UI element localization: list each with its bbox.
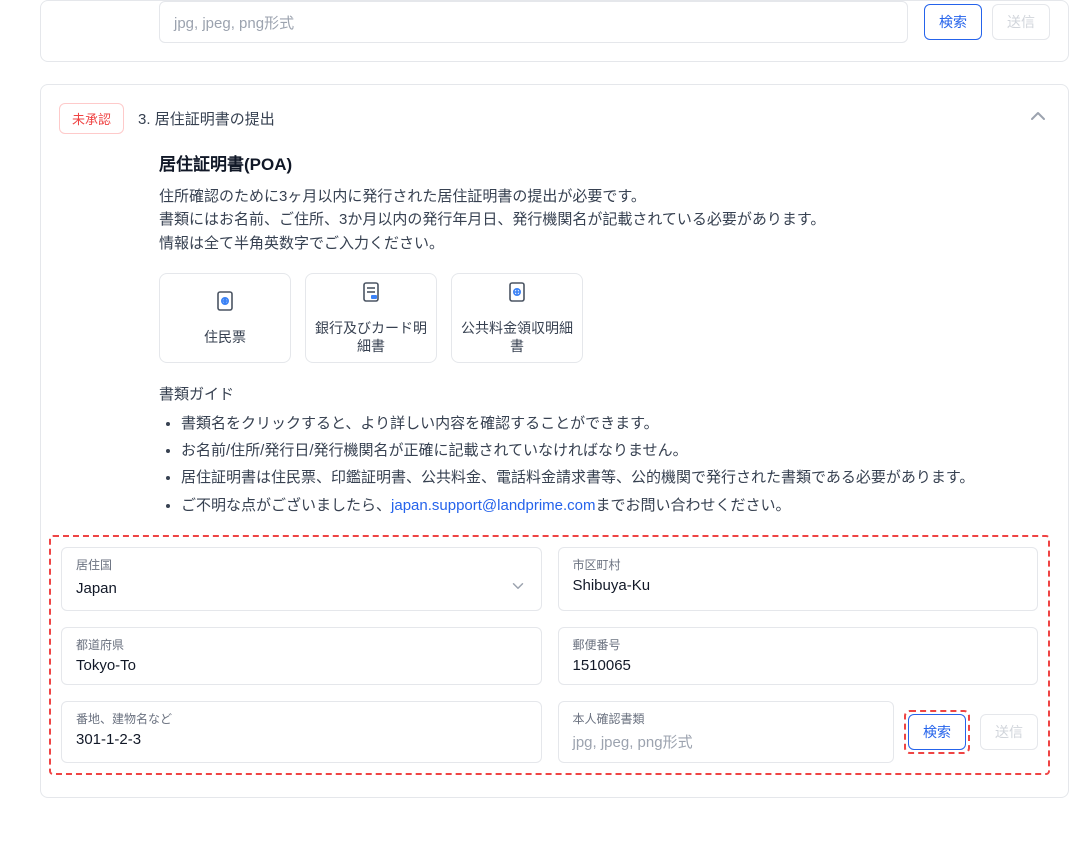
guide-item: 書類名をクリックすると、より詳しい内容を確認することができます。 [181, 412, 1050, 435]
submit-button-top: 送信 [992, 4, 1050, 40]
chevron-down-icon [509, 577, 527, 600]
support-email-link[interactable]: japan.support@landprime.com [391, 497, 596, 514]
address-value: 301-1-2-3 [76, 731, 527, 748]
prefecture-input[interactable]: 都道府県 Tokyo-To [61, 627, 542, 685]
poa-description: 住所確認のために3ヶ月以内に発行された居住証明書の提出が必要です。 書類にはお名… [159, 185, 1050, 255]
doc-card-label: 住民票 [198, 328, 252, 346]
id-doc-upload[interactable]: 本人確認書類 jpg, jpeg, png形式 [558, 701, 895, 763]
guide-item: お名前/住所/発行日/発行機関名が正確に記載されていなければなりません。 [181, 439, 1050, 462]
guide-list: 書類名をクリックすると、より詳しい内容を確認することができます。 お名前/住所/… [159, 412, 1050, 517]
guide-item: ご不明な点がございましたら、japan.support@landprime.co… [181, 494, 1050, 517]
country-value: Japan [76, 580, 117, 597]
poa-section-panel: 未承認 3. 居住証明書の提出 居住証明書(POA) 住所確認のために3ヶ月以内… [40, 84, 1069, 798]
search-button[interactable]: 検索 [908, 714, 966, 750]
status-badge: 未承認 [59, 103, 124, 134]
poa-heading: 居住証明書(POA) [159, 150, 1050, 175]
postal-value: 1510065 [573, 657, 1024, 674]
address-label: 番地、建物名など [76, 710, 527, 727]
prefecture-value: Tokyo-To [76, 657, 527, 674]
submit-button: 送信 [980, 714, 1038, 750]
doc-card-juminhyo[interactable]: 住民票 [159, 273, 291, 363]
doc-card-bank-statement[interactable]: 銀行及びカード明細書 [305, 273, 437, 363]
guide-title: 書類ガイド [159, 383, 1050, 404]
guide-item: 居住証明書は住民票、印鑑証明書、公共料金、電話料金請求書等、公的機関で発行された… [181, 466, 1050, 489]
guide-item-pre: ご不明な点がございましたら、 [181, 497, 391, 514]
previous-section-panel: jpg, jpeg, png形式 検索 送信 [40, 0, 1069, 62]
postal-input[interactable]: 郵便番号 1510065 [558, 627, 1039, 685]
upload-file-display[interactable]: jpg, jpeg, png形式 [159, 1, 908, 43]
doc-globe-icon [213, 289, 237, 318]
desc-line-3: 情報は全て半角英数字でご入力ください。 [159, 232, 1050, 255]
chevron-up-icon[interactable] [1026, 104, 1050, 133]
prefecture-label: 都道府県 [76, 636, 527, 653]
id-doc-label: 本人確認書類 [573, 710, 880, 727]
postal-label: 郵便番号 [573, 636, 1024, 653]
upload-cell: 本人確認書類 jpg, jpeg, png形式 検索 送信 [558, 701, 1039, 763]
address-form-highlight: 居住国 Japan 市区町村 Shibuya-Ku [49, 535, 1050, 775]
upload-placeholder-text: jpg, jpeg, png形式 [174, 12, 294, 33]
id-doc-placeholder: jpg, jpeg, png形式 [573, 731, 880, 752]
city-label: 市区町村 [573, 556, 1024, 573]
address-input[interactable]: 番地、建物名など 301-1-2-3 [61, 701, 542, 763]
doc-card-label: 公共料金領収明細書 [452, 319, 582, 355]
city-input[interactable]: 市区町村 Shibuya-Ku [558, 547, 1039, 611]
desc-line-1: 住所確認のために3ヶ月以内に発行された居住証明書の提出が必要です。 [159, 185, 1050, 208]
city-value: Shibuya-Ku [573, 577, 1024, 594]
doc-card-label: 銀行及びカード明細書 [306, 319, 436, 355]
doc-card-icon [359, 280, 383, 309]
country-select[interactable]: 居住国 Japan [61, 547, 542, 611]
document-type-cards: 住民票 銀行及びカード明細書 公共料金領収明細書 [159, 273, 1050, 363]
doc-card-utility-bill[interactable]: 公共料金領収明細書 [451, 273, 583, 363]
section-header[interactable]: 未承認 3. 居住証明書の提出 [59, 103, 1050, 134]
guide-item-post: までお問い合わせください。 [596, 497, 791, 514]
desc-line-2: 書類にはお名前、ご住所、3か月以内の発行年月日、発行機関名が記載されている必要が… [159, 208, 1050, 231]
country-label: 居住国 [76, 556, 527, 573]
doc-receipt-icon [505, 280, 529, 309]
search-button-top[interactable]: 検索 [924, 4, 982, 40]
section-title: 3. 居住証明書の提出 [138, 108, 275, 129]
search-button-highlight: 検索 [904, 710, 970, 754]
